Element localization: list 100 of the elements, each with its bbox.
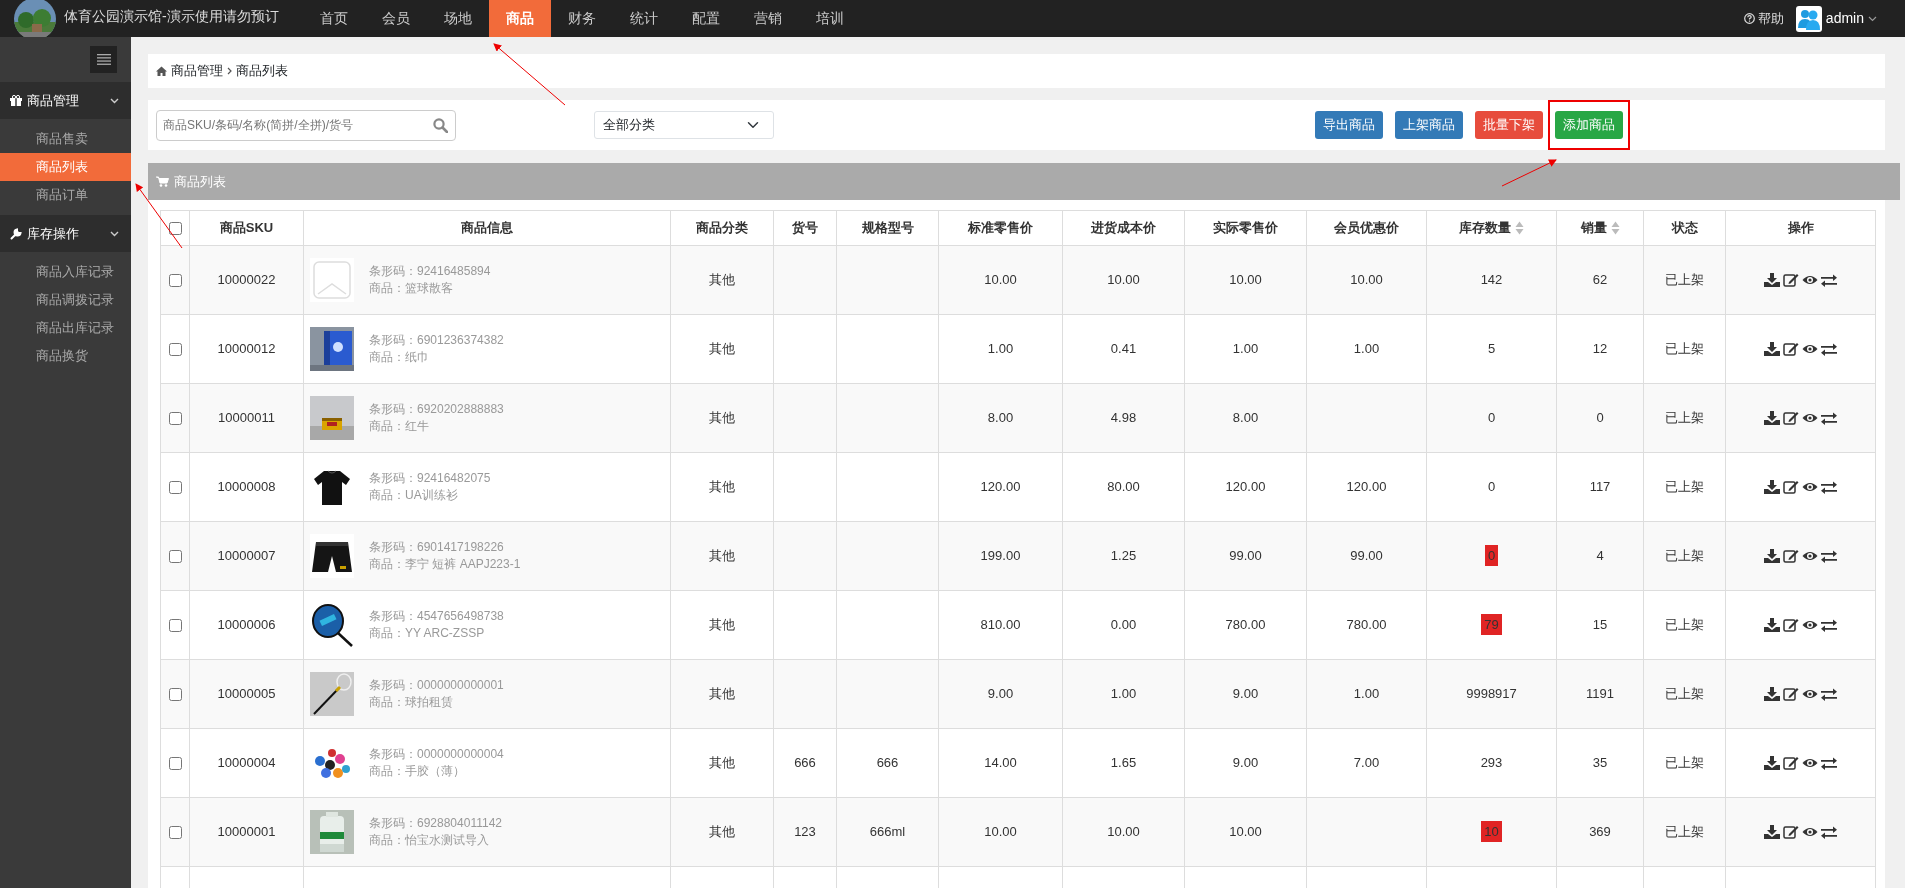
edit-icon[interactable] [1783, 480, 1799, 494]
edit-icon[interactable] [1783, 273, 1799, 287]
row-checkbox[interactable] [168, 481, 182, 495]
search-icon[interactable] [433, 117, 448, 133]
edit-icon[interactable] [1783, 342, 1799, 356]
table-cell: 120.00 [980, 479, 1021, 495]
table-cell: 10000005 [217, 686, 276, 702]
toolbar-button[interactable]: 上架商品 [1395, 111, 1463, 139]
edit-icon[interactable] [1783, 756, 1799, 770]
download-icon[interactable] [1764, 618, 1780, 632]
table-cell: 142 [1480, 272, 1503, 288]
eye-icon[interactable] [1802, 480, 1818, 494]
table-cell: 其他 [709, 617, 735, 633]
table-cell: 12 [1592, 341, 1608, 357]
user-menu[interactable]: admin [1795, 5, 1877, 32]
eye-icon[interactable] [1802, 756, 1818, 770]
table-cell: 0 [1596, 410, 1604, 426]
table-cell: 10000007 [217, 548, 276, 564]
edit-icon[interactable] [1783, 549, 1799, 563]
swap-icon[interactable] [1821, 825, 1837, 839]
table-cell: 62 [1592, 272, 1608, 288]
row-checkbox[interactable] [168, 412, 182, 426]
download-icon[interactable] [1764, 480, 1780, 494]
edit-icon[interactable] [1783, 411, 1799, 425]
nav-tab[interactable]: 会员 [364, 0, 427, 37]
toolbar-button[interactable]: 导出商品 [1315, 111, 1383, 139]
swap-icon[interactable] [1821, 411, 1837, 425]
row-checkbox[interactable] [168, 688, 182, 702]
download-icon[interactable] [1764, 342, 1780, 356]
search-field[interactable]: 商品SKU/条码/名称(简拼/全拼)/货号 [156, 109, 456, 141]
swap-icon[interactable] [1821, 273, 1837, 287]
swap-icon[interactable] [1821, 480, 1837, 494]
sidebar-item[interactable]: 商品出库记录 [0, 314, 131, 342]
swap-icon[interactable] [1821, 756, 1837, 770]
nav-tab[interactable]: 配置 [674, 0, 737, 37]
swap-icon[interactable] [1821, 618, 1837, 632]
download-icon[interactable] [1764, 756, 1780, 770]
sidebar-item[interactable]: 商品订单 [0, 181, 131, 209]
row-checkbox[interactable] [168, 826, 182, 840]
product-name: 商品：篮球散客 [369, 280, 454, 297]
sidebar-item[interactable]: 商品入库记录 [0, 258, 131, 286]
status-text: 已上架 [1665, 479, 1704, 495]
product-name: 商品：李宁 短裤 AAPJ223-1 [369, 556, 521, 573]
barcode-text: 条形码：92416482075 [369, 470, 491, 487]
sidebar-item[interactable]: 商品换货 [0, 342, 131, 370]
status-text: 已上架 [1665, 617, 1704, 633]
edit-icon[interactable] [1783, 618, 1799, 632]
download-icon[interactable] [1764, 825, 1780, 839]
eye-icon[interactable] [1802, 618, 1818, 632]
eye-icon[interactable] [1802, 687, 1818, 701]
table-cell: 120.00 [1346, 479, 1387, 495]
menu-toggle-button[interactable] [90, 46, 117, 73]
swap-icon[interactable] [1821, 342, 1837, 356]
row-checkbox[interactable] [168, 757, 182, 771]
column-header: 会员优惠价 [1334, 220, 1399, 236]
column-header: 标准零售价 [968, 220, 1033, 236]
category-select[interactable]: 全部分类 [594, 111, 774, 139]
row-checkbox[interactable] [168, 343, 182, 357]
eye-icon[interactable] [1802, 825, 1818, 839]
breadcrumb-link[interactable]: 商品列表 [236, 61, 288, 81]
download-icon[interactable] [1764, 687, 1780, 701]
edit-icon[interactable] [1783, 687, 1799, 701]
nav-tab[interactable]: 统计 [612, 0, 675, 37]
row-checkbox[interactable] [168, 274, 182, 288]
edit-icon[interactable] [1783, 825, 1799, 839]
eye-icon[interactable] [1802, 273, 1818, 287]
sidebar-group[interactable]: 商品管理 [0, 82, 131, 119]
eye-icon[interactable] [1802, 411, 1818, 425]
sidebar-item[interactable]: 商品售卖 [0, 125, 131, 153]
table-cell: 10.00 [1229, 824, 1262, 840]
toolbar-button[interactable]: 批量下架 [1475, 111, 1543, 139]
nav-tab[interactable]: 培训 [798, 0, 861, 37]
download-icon[interactable] [1764, 273, 1780, 287]
nav-tab[interactable]: 首页 [302, 0, 365, 37]
barcode-text: 条形码：6901417198226 [369, 539, 505, 556]
eye-icon[interactable] [1802, 342, 1818, 356]
breadcrumb-link[interactable]: 商品管理 [171, 61, 223, 81]
nav-tab[interactable]: 营销 [736, 0, 799, 37]
row-checkbox[interactable] [168, 550, 182, 564]
download-icon[interactable] [1764, 411, 1780, 425]
help-link[interactable]: 帮助 [1743, 8, 1784, 29]
table-cell: 9998917 [1466, 686, 1517, 702]
product-name: 商品：怡宝水测试导入 [369, 832, 490, 849]
table-cell: 293 [1480, 755, 1503, 771]
nav-tab[interactable]: 场地 [426, 0, 489, 37]
select-all-checkbox[interactable] [168, 222, 182, 236]
product-name: 商品：YY ARC-ZSSP [369, 625, 486, 642]
download-icon[interactable] [1764, 549, 1780, 563]
home-icon [156, 66, 167, 76]
swap-icon[interactable] [1821, 549, 1837, 563]
eye-icon[interactable] [1802, 549, 1818, 563]
row-checkbox[interactable] [168, 619, 182, 633]
help-icon [1743, 13, 1755, 24]
table-cell: 80.00 [1107, 479, 1140, 495]
menu-icon [96, 54, 111, 65]
sidebar-group[interactable]: 库存操作 [0, 215, 131, 252]
product-name: 商品：UA训练衫 [369, 487, 459, 504]
nav-tab[interactable]: 财务 [550, 0, 613, 37]
sidebar-item[interactable]: 商品调拨记录 [0, 286, 131, 314]
swap-icon[interactable] [1821, 687, 1837, 701]
